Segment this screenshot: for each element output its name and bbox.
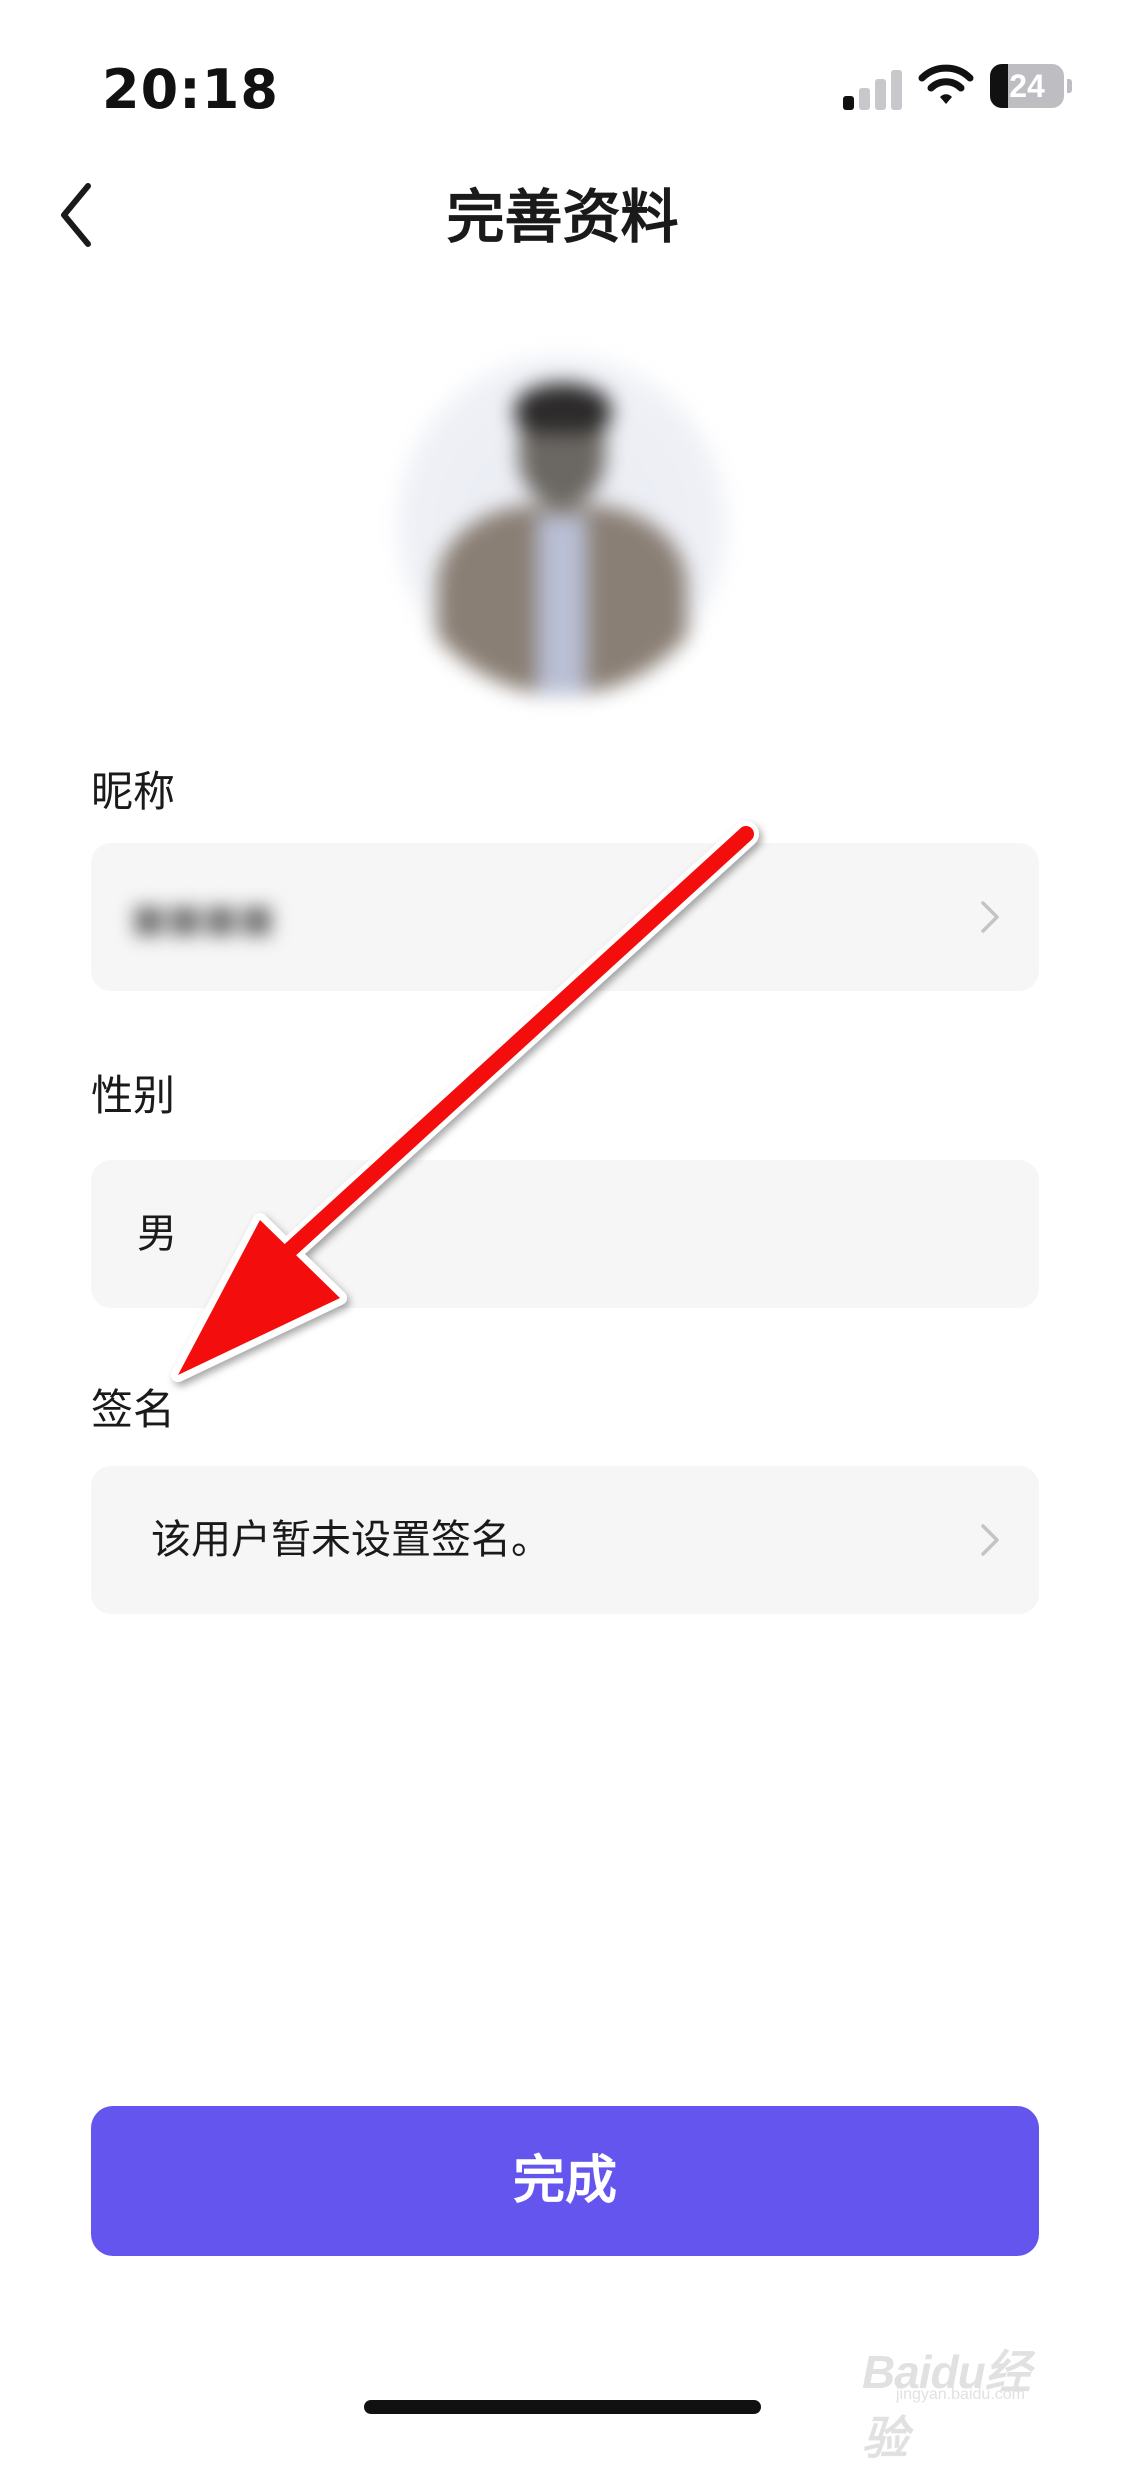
home-indicator[interactable] xyxy=(364,2400,761,2414)
baidu-jingyan-watermark: Baidu经验 jingyan.baidu.com xyxy=(862,2336,1072,2464)
avatar[interactable] xyxy=(397,355,727,695)
chevron-right-icon xyxy=(981,1524,999,1556)
status-bar: 20:18 24 xyxy=(0,0,1125,150)
gender-field[interactable]: 男 xyxy=(91,1160,1039,1308)
gender-value: 男 xyxy=(137,1211,177,1257)
gender-label: 性别 xyxy=(91,1071,176,1120)
signature-value: 该用户暂未设置签名。 xyxy=(151,1517,551,1563)
avatar-hair-shape xyxy=(515,383,611,433)
wifi-icon xyxy=(918,64,974,104)
signature-field[interactable]: 该用户暂未设置签名。 xyxy=(91,1466,1039,1614)
chevron-right-icon xyxy=(981,901,999,933)
done-button[interactable]: 完成 xyxy=(91,2106,1039,2256)
nickname-label: 昵称 xyxy=(91,767,176,816)
battery-icon: 24 xyxy=(990,64,1072,108)
watermark-subtext: jingyan.baidu.com xyxy=(896,2386,1025,2403)
battery-cap xyxy=(1067,79,1072,93)
avatar-shirt-shape xyxy=(537,515,587,695)
signature-label: 签名 xyxy=(91,1385,176,1434)
battery-body: 24 xyxy=(990,64,1064,108)
nickname-field[interactable]: ■■■■ xyxy=(91,843,1039,991)
page-title: 完善资料 xyxy=(446,183,679,251)
signal-icon xyxy=(843,66,903,110)
nickname-value: ■■■■ xyxy=(131,896,275,940)
battery-level-text: 24 xyxy=(1009,68,1045,104)
status-time: 20:18 xyxy=(102,58,279,121)
